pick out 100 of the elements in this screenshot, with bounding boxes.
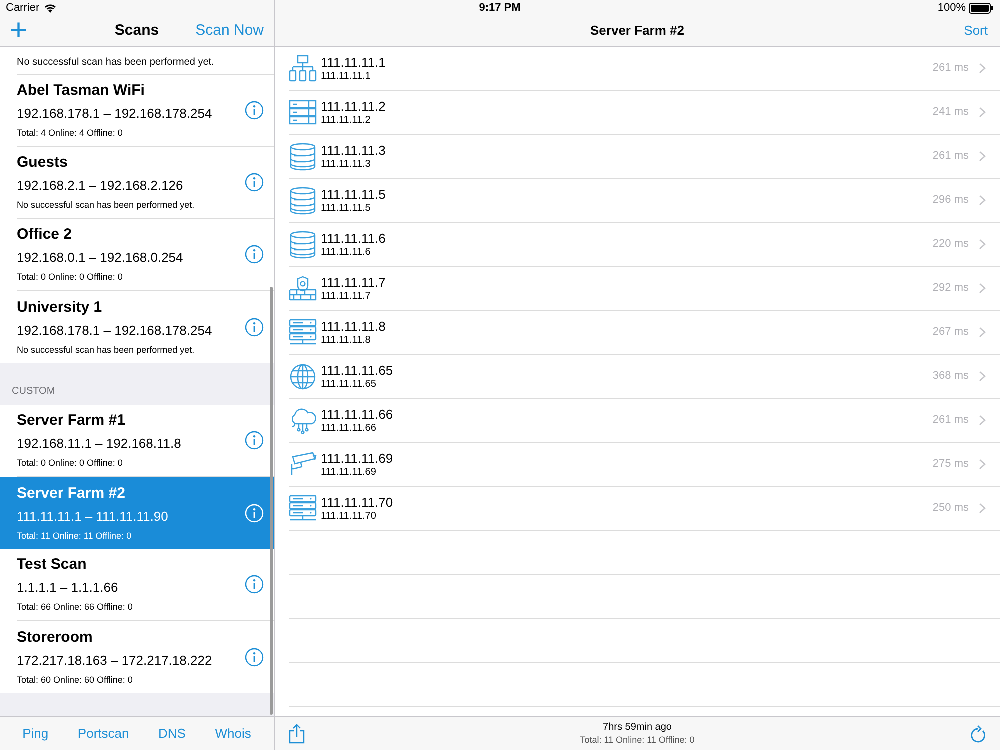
latency-label: 296 ms xyxy=(932,193,969,208)
scan-summary: Total: 0 Online: 0 Offline: 0 xyxy=(17,271,124,284)
device-name: 111.11.11.3 xyxy=(321,142,387,158)
scan-summary: Total: 4 Online: 4 Offline: 0 xyxy=(17,127,124,140)
scan-name: Server Farm #1 xyxy=(17,411,126,431)
scan-summary: No successful scan has been performed yet. xyxy=(17,199,196,212)
device-row[interactable]: 111.11.11.2 111.11.11.2 241 ms xyxy=(289,91,1000,135)
database-icon xyxy=(289,230,317,258)
status-time: 9:17 PM xyxy=(478,0,522,16)
device-address: 111.11.11.66 xyxy=(321,422,378,434)
globe-icon xyxy=(289,362,317,390)
detail-title: Server Farm #2 xyxy=(590,22,686,40)
latency-label: 261 ms xyxy=(932,61,969,76)
ip-range: 192.168.178.1 – 192.168.178.254 xyxy=(17,105,214,123)
latency-label: 250 ms xyxy=(932,501,969,516)
last-scan-time: 7hrs 59min ago xyxy=(603,722,672,734)
device-name: 111.11.11.5 xyxy=(321,186,387,202)
chevron-icon xyxy=(979,63,986,74)
device-row[interactable]: 111.11.11.70 111.11.11.70 250 ms xyxy=(289,487,1000,531)
scan-summary: Total: 11 Online: 11 Offline: 0 xyxy=(17,530,133,542)
section-header: CUSTOM xyxy=(12,385,56,399)
scan-name: University 1 xyxy=(17,298,104,318)
device-address: 111.11.11.5 xyxy=(321,202,372,214)
scan-row[interactable]: Guests 192.168.2.1 – 192.168.2.126 No successful scan has been performed yet. xyxy=(0,147,274,219)
scan-row[interactable]: Abel Tasman WiFi 192.168.178.1 – 192.168.178.254 Total: 4 Online: 4 Offline: 0 xyxy=(0,75,274,147)
scan-row[interactable]: Server Farm #2 111.11.11.1 – 111.11.11.90 Total: 11 Online: 11 Offline: 0 xyxy=(0,477,274,549)
ip-range: 1.1.1.1 – 1.1.1.66 xyxy=(17,579,120,597)
info-icon[interactable] xyxy=(245,245,264,264)
scan-summary: Total: 11 Online: 11 Offline: 0 xyxy=(580,734,695,746)
scan-row[interactable]: Test Scan 1.1.1.1 – 1.1.1.66 Total: 66 Online: 66 Offline: 0 xyxy=(0,549,274,621)
info-icon[interactable] xyxy=(245,101,264,120)
chevron-icon xyxy=(979,239,986,250)
refresh-icon[interactable] xyxy=(970,724,986,742)
latency-label: 275 ms xyxy=(932,457,969,472)
database-icon xyxy=(289,186,317,214)
ip-range: 111.11.11.1 – 111.11.11.90 xyxy=(17,508,170,526)
scan-name: Guests xyxy=(17,153,69,173)
scan-summary: No successful scan has been performed yet. xyxy=(17,344,196,356)
info-icon[interactable] xyxy=(245,648,264,666)
firewall-icon xyxy=(289,274,317,302)
scan-name: Test Scan xyxy=(17,555,88,575)
device-address: 111.11.11.69 xyxy=(321,466,378,478)
server-icon xyxy=(289,494,317,522)
device-row[interactable]: 111.11.11.7 111.11.11.7 292 ms xyxy=(289,267,1000,311)
latency-label: 292 ms xyxy=(932,281,969,296)
info-icon[interactable] xyxy=(245,318,264,336)
device-row[interactable]: 111.11.11.5 111.11.11.5 296 ms xyxy=(289,179,1000,223)
device-row[interactable]: 111.11.11.65 111.11.11.65 368 ms xyxy=(289,355,1000,399)
device-name: 111.11.11.6 xyxy=(321,230,387,246)
ip-range: 192.168.11.1 – 192.168.11.8 xyxy=(17,435,182,453)
device-row[interactable]: 111.11.11.69 111.11.11.69 275 ms xyxy=(289,443,1000,487)
scan-name: Abel Tasman WiFi xyxy=(17,81,146,101)
latency-label: 261 ms xyxy=(932,149,969,164)
chevron-icon xyxy=(979,151,986,162)
device-row[interactable]: 111.11.11.8 111.11.11.8 267 ms xyxy=(289,311,1000,355)
scan-name: Server Farm #2 xyxy=(17,484,126,504)
device-row[interactable]: 111.11.11.66 111.11.11.66 261 ms xyxy=(289,399,1000,443)
device-address: 111.11.11.7 xyxy=(321,290,372,302)
wifi-icon xyxy=(44,3,57,13)
chevron-icon xyxy=(979,283,986,294)
database-icon xyxy=(289,142,317,170)
network-icon xyxy=(289,54,317,82)
device-address: 111.11.11.6 xyxy=(321,246,372,258)
ip-range: 172.217.18.163 – 172.217.18.222 xyxy=(17,652,214,670)
info-icon[interactable] xyxy=(245,575,264,594)
scan-row[interactable]: Server Farm #1 192.168.11.1 – 192.168.11.8 Total: 0 Online: 0 Offline: 0 xyxy=(0,405,274,477)
device-row[interactable]: 111.11.11.1 111.11.11.1 261 ms xyxy=(289,47,1000,91)
device-address: 111.11.11.3 xyxy=(321,158,372,170)
server-icon xyxy=(289,98,317,126)
scan-row[interactable]: Office 2 192.168.0.1 – 192.168.0.254 Total: 0 Online: 0 Offline: 0 xyxy=(0,219,274,291)
carrier-label: Carrier xyxy=(6,0,40,16)
device-name: 111.11.11.69 xyxy=(321,450,394,466)
share-icon[interactable] xyxy=(289,724,305,744)
ip-range: 192.168.178.1 – 192.168.178.254 xyxy=(17,322,214,340)
ip-range: 192.168.0.1 – 192.168.0.254 xyxy=(17,249,184,267)
chevron-icon xyxy=(979,459,986,470)
device-name: 111.11.11.1 xyxy=(321,54,387,70)
device-row[interactable]: 111.11.11.3 111.11.11.3 261 ms xyxy=(289,135,1000,179)
latency-label: 241 ms xyxy=(932,105,969,120)
scan-summary: Total: 66 Online: 66 Offline: 0 xyxy=(17,601,134,614)
chevron-icon xyxy=(979,415,986,426)
device-row[interactable]: 111.11.11.6 111.11.11.6 220 ms xyxy=(289,223,1000,267)
device-name: 111.11.11.2 xyxy=(321,98,387,114)
scan-row[interactable]: University 1 192.168.178.1 – 192.168.178.254 No successful scan has been performed yet. xyxy=(0,291,274,363)
scan-summary: No successful scan has been performed yet. xyxy=(17,56,214,70)
scan-row[interactable]: Storeroom 172.217.18.163 – 172.217.18.222 Total: 60 Online: 60 Offline: 0 xyxy=(0,621,274,693)
info-icon[interactable] xyxy=(245,431,264,450)
info-icon[interactable] xyxy=(245,173,264,192)
cloud-icon xyxy=(289,406,317,434)
ip-range: 192.168.2.1 – 192.168.2.126 xyxy=(17,177,184,195)
device-name: 111.11.11.8 xyxy=(321,318,387,334)
battery-icon xyxy=(969,2,994,14)
latency-label: 261 ms xyxy=(932,413,969,428)
latency-label: 368 ms xyxy=(932,369,969,384)
chevron-icon xyxy=(979,195,986,206)
chevron-icon xyxy=(979,503,986,514)
device-name: 111.11.11.7 xyxy=(321,274,387,290)
device-address: 111.11.11.8 xyxy=(321,334,372,346)
latency-label: 267 ms xyxy=(932,325,969,340)
server-icon xyxy=(289,318,317,346)
